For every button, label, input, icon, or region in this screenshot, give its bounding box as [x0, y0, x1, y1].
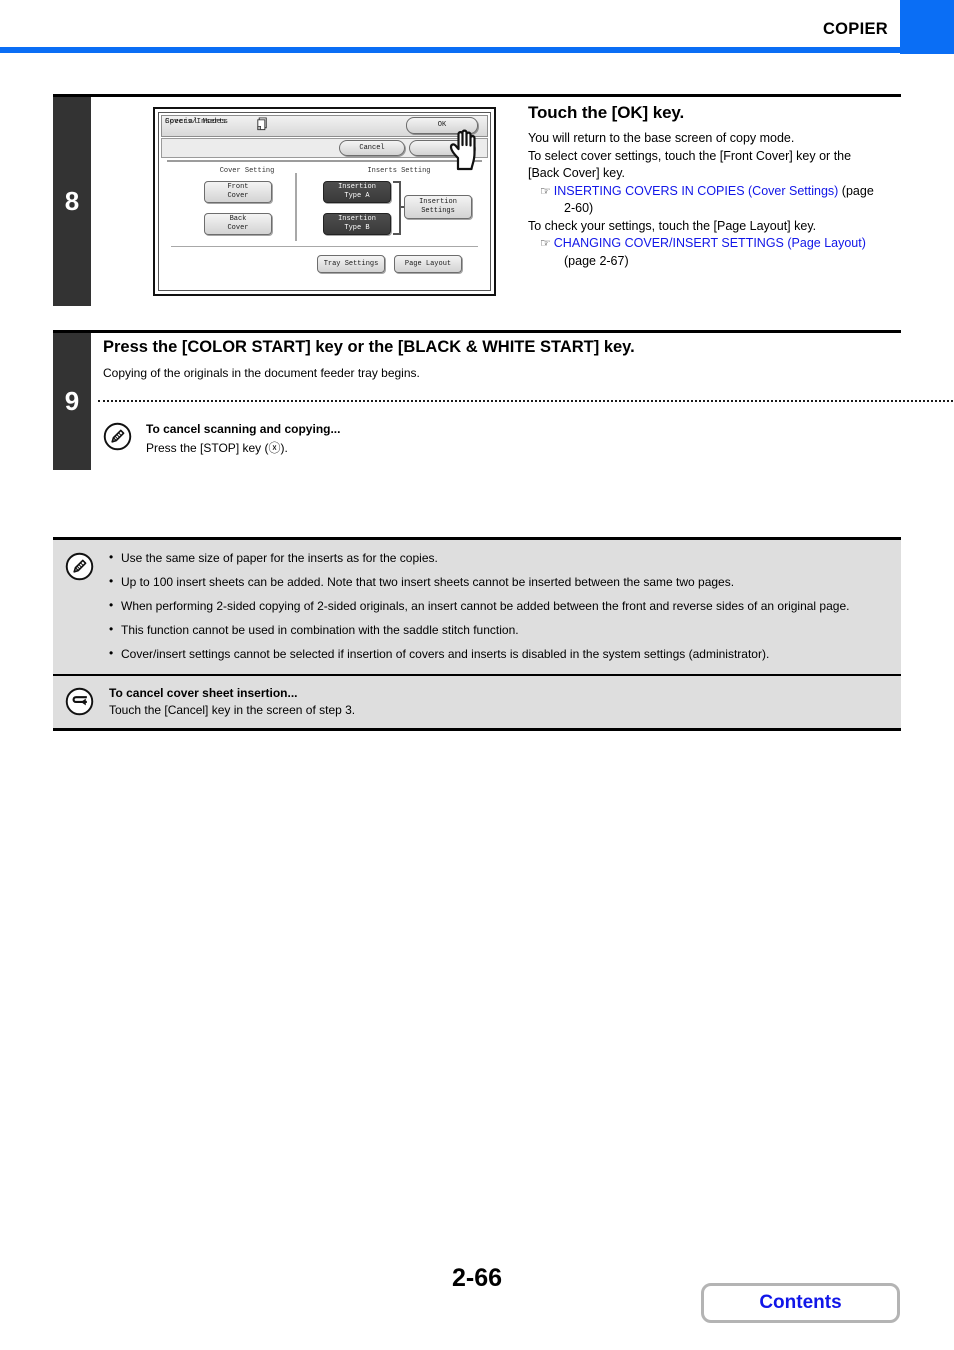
lcd-front-cover-button[interactable]: Front Cover	[204, 181, 272, 203]
step-9-number-badge: 9	[53, 333, 91, 470]
notes-bullet-list: Use the same size of paper for the inser…	[53, 549, 889, 662]
step-8-line-1: You will return to the base screen of co…	[528, 131, 795, 145]
step-8-body: Special Modes Covers/Inserts OK Cancel C…	[91, 97, 901, 306]
note-bullet: Cover/insert settings cannot be selected…	[109, 645, 879, 662]
pointing-finger-icon-2: ☞	[540, 236, 551, 250]
cancel-note-text: To cancel cover sheet insertion... Touch…	[53, 686, 889, 717]
step-9-note: To cancel scanning and copying... Press …	[146, 422, 846, 456]
notes-box-cancel-section: To cancel cover sheet insertion... Touch…	[53, 676, 901, 728]
step-9-heading: Press the [COLOR START] key or the [BLAC…	[103, 338, 635, 356]
step-8-reference-2-link[interactable]: CHANGING COVER/INSERT SETTINGS (Page Lay…	[554, 236, 866, 250]
step-8-reference-1-link[interactable]: INSERTING COVERS IN COPIES (Cover Settin…	[554, 184, 839, 198]
cancel-note-body: Touch the [Cancel] key in the screen of …	[109, 703, 356, 717]
lcd-vertical-divider	[295, 173, 297, 241]
lcd-grouping-bracket	[393, 181, 401, 235]
lcd-insertion-a-label-1: Insertion	[338, 183, 376, 191]
lcd-front-cover-label-1: Front	[227, 183, 249, 191]
note-bullet: Up to 100 insert sheets can be added. No…	[109, 573, 879, 590]
step-8-line-2: To select cover settings, touch the [Fro…	[528, 148, 852, 163]
lcd-insertion-settings-button[interactable]: Insertion Settings	[404, 195, 472, 219]
note-bullet: This function cannot be used in combinat…	[109, 621, 879, 638]
step-9-section: 9 Press the [COLOR START] key or the [BL…	[53, 330, 953, 470]
lcd-insertion-b-label-2: Type B	[344, 224, 370, 232]
step-8-reference-2-continuation: (page 2-67)	[564, 253, 629, 268]
return-arrow-icon	[65, 687, 94, 716]
pages-stack-icon	[257, 117, 267, 131]
step-9-note-body-after: ).	[280, 441, 288, 455]
lcd-back-cover-label-1: Back	[229, 215, 247, 223]
note-bullet: When performing 2-sided copying of 2-sid…	[109, 597, 879, 614]
pencil-note-icon	[65, 552, 94, 581]
lcd-ok-label: OK	[437, 121, 447, 129]
lcd-insertion-settings-label-1: Insertion	[419, 198, 457, 206]
step-8-number-badge: 8	[53, 97, 91, 306]
lcd-screen-illustration: Special Modes Covers/Inserts OK Cancel C…	[153, 107, 496, 296]
step-8-text-column: Touch the [OK] key. You will return to t…	[528, 103, 901, 270]
note-bullet: Use the same size of paper for the inser…	[109, 549, 879, 566]
contents-button-label: Contents	[759, 1292, 842, 1313]
stop-key-icon: ⓧ	[268, 441, 281, 455]
lcd-cancel-label: Cancel	[359, 143, 385, 152]
lcd-tray-settings-label: Tray Settings	[323, 259, 379, 268]
step-9-note-title: To cancel scanning and copying...	[146, 422, 341, 436]
notes-box: Use the same size of paper for the inser…	[53, 537, 901, 731]
step-9-note-body-before: Press the [STOP] key (	[146, 441, 269, 455]
pointing-finger-icon: ☞	[540, 183, 551, 198]
step-9-dotted-separator	[98, 400, 953, 402]
step-9-top-rule	[53, 330, 901, 333]
step-8-reference-1-suffix: (page	[838, 183, 874, 198]
lcd-tray-settings-button[interactable]: Tray Settings	[317, 255, 385, 273]
step-8-reference-2[interactable]: ☞ CHANGING COVER/INSERT SETTINGS (Page La…	[528, 235, 901, 270]
contents-button[interactable]: Contents	[701, 1283, 900, 1323]
header-accent-rule	[0, 47, 954, 53]
step-8-number: 8	[64, 186, 80, 216]
lcd-insertion-settings-label-2: Settings	[421, 207, 455, 215]
lcd-front-cover-label-2: Cover	[227, 192, 249, 200]
pencil-note-icon	[103, 422, 132, 451]
lcd-inserts-setting-label: Inserts Setting	[367, 167, 431, 175]
lcd-screen-inner: Special Modes Covers/Inserts OK Cancel C…	[158, 112, 491, 291]
step-9-subtext: Copying of the originals in the document…	[103, 366, 420, 380]
lcd-page-layout-button[interactable]: Page Layout	[394, 255, 462, 273]
lcd-insertion-type-a-button[interactable]: Insertion Type A	[323, 181, 391, 203]
lcd-back-cover-label-2: Cover	[227, 224, 249, 232]
lcd-subtitle-text: Covers/Inserts	[165, 118, 229, 126]
step-9-number: 9	[64, 386, 80, 416]
lcd-cancel-button[interactable]: Cancel	[339, 140, 405, 156]
step-8-section: 8 Special Modes Covers/Inserts OK Cancel…	[53, 94, 901, 309]
lcd-cover-setting-label: Cover Setting	[219, 167, 275, 175]
step-9-note-body: Press the [STOP] key (ⓧ).	[146, 439, 846, 456]
lcd-hairline-divider	[167, 160, 482, 162]
header-accent-tab	[900, 0, 954, 54]
cancel-note-title: To cancel cover sheet insertion...	[109, 686, 298, 700]
lcd-insertion-b-label-1: Insertion	[338, 215, 376, 223]
page-title: COPIER	[822, 20, 888, 38]
step-9-body: Press the [COLOR START] key or the [BLAC…	[103, 338, 901, 390]
step-8-reference-1-continuation: 2-60)	[564, 201, 594, 215]
step-8-heading: Touch the [OK] key.	[528, 103, 685, 122]
lcd-page-layout-label: Page Layout	[404, 259, 452, 268]
notes-box-bullets-section: Use the same size of paper for the inser…	[53, 540, 901, 676]
lcd-obscured-button[interactable]	[409, 140, 475, 156]
lcd-insertion-a-label-2: Type A	[344, 192, 370, 200]
step-8-mid-line: To check your settings, touch the [Page …	[528, 218, 817, 233]
step-8-reference-1[interactable]: ☞ INSERTING COVERS IN COPIES (Cover Setti…	[528, 183, 901, 218]
step-8-line-3: [Back Cover] key.	[528, 166, 626, 180]
page-header: COPIER	[0, 0, 954, 54]
lcd-back-cover-button[interactable]: Back Cover	[204, 213, 272, 235]
lcd-horizontal-divider	[171, 246, 478, 247]
lcd-ok-button[interactable]: OK	[406, 117, 478, 134]
lcd-insertion-type-b-button[interactable]: Insertion Type B	[323, 213, 391, 235]
